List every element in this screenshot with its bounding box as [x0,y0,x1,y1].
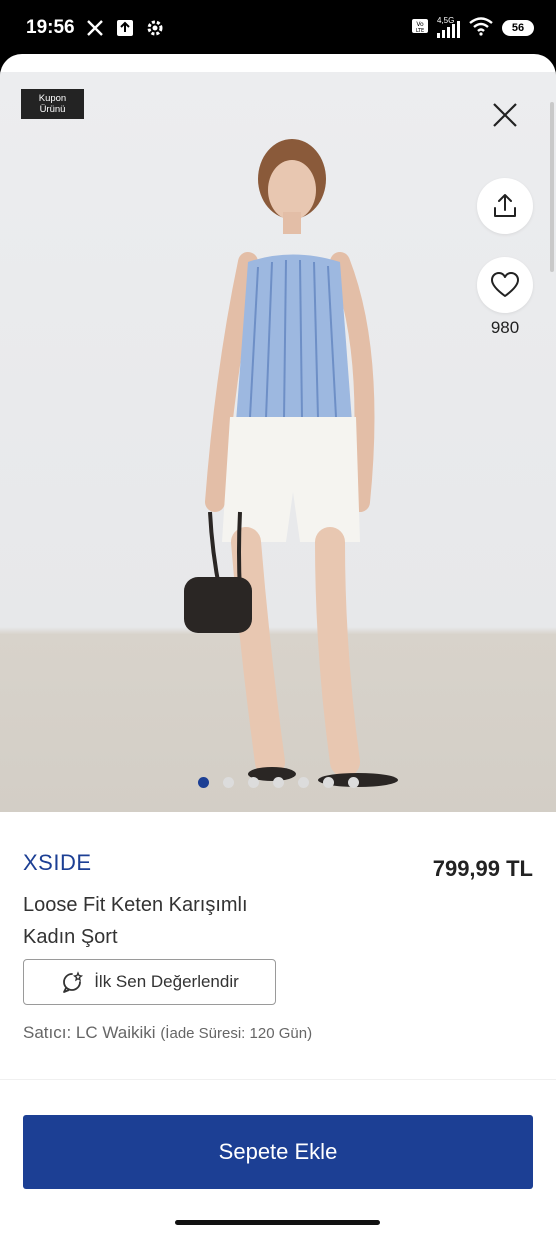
volte-icon: Vo LTE [411,17,429,40]
pager-dot[interactable] [197,777,209,788]
write-review-button[interactable]: İlk Sen Değerlendir [23,959,276,1005]
close-icon [493,103,517,127]
settings-gear-icon [145,18,165,38]
scroll-indicator [550,102,554,272]
product-photo [184,139,398,787]
share-icon [494,194,516,217]
svg-text:LTE: LTE [416,28,424,34]
product-sheet: Kupon Ürünü 980 XSIDE 799,99 TL Loose Fi… [0,54,556,1235]
image-pager[interactable] [0,777,556,788]
coupon-product-badge: Kupon Ürünü [21,89,84,119]
coupon-badge-line2: Ürünü [39,104,66,115]
upload-notification-icon [115,18,135,38]
svg-text:Vo: Vo [416,21,424,28]
network-type: 4,5G [437,16,455,25]
product-image-gallery[interactable]: Kupon Ürünü 980 [0,72,556,812]
add-to-cart-button[interactable]: Sepete Ekle [23,1115,533,1189]
product-title-line2: Kadın Şort [23,926,118,948]
product-price: 799,99 TL [432,856,533,881]
home-indicator[interactable] [175,1220,380,1225]
close-button[interactable] [488,98,522,132]
product-title: Loose Fit Keten Karışımlı Kadın Şort [23,889,323,953]
wifi-icon [468,16,494,41]
review-icon [63,971,84,993]
favorite-button[interactable] [477,257,533,313]
brand-name[interactable]: XSIDE [23,850,92,876]
heart-icon [491,272,519,297]
pager-dot[interactable] [247,777,259,788]
status-bar: 19:56 Vo LTE 4,5G 56 [0,0,556,56]
pager-dot[interactable] [297,777,309,788]
pager-dot[interactable] [347,777,359,788]
battery-icon: 56 [502,20,534,36]
status-time: 19:56 [26,17,75,38]
seller-label[interactable]: Satıcı: LC Waikiki [23,1023,156,1042]
bottom-action-bar: Sepete Ekle [0,1079,556,1235]
signal-icon: 4,5G [437,16,460,38]
status-left: 19:56 [26,17,165,39]
seller-info: Satıcı: LC Waikiki (İade Süresi: 120 Gün… [23,1023,312,1043]
status-right: Vo LTE 4,5G 56 [411,16,534,41]
product-title-line1: Loose Fit Keten Karışımlı [23,894,248,916]
return-period: (İade Süresi: 120 Gün) [160,1025,313,1042]
pager-dot[interactable] [222,777,234,788]
share-button[interactable] [477,178,533,234]
write-review-label: İlk Sen Değerlendir [94,972,239,991]
x-app-icon [85,18,105,38]
pager-dot[interactable] [322,777,334,788]
coupon-badge-line1: Kupon [38,93,67,104]
pager-dot[interactable] [272,777,284,788]
favorite-count: 980 [490,318,520,337]
